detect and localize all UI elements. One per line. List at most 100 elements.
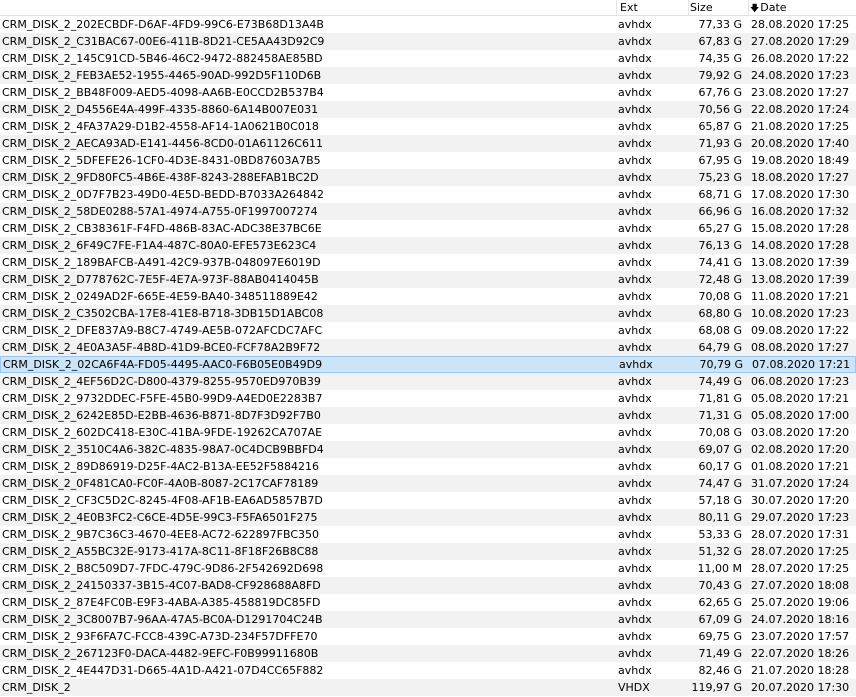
file-name: CRM_DISK_2_4EF56D2C-D800-4379-8255-9570E… — [2, 375, 321, 388]
file-ext: avhdx — [618, 562, 652, 575]
column-divider[interactable] — [616, 0, 617, 15]
file-size: 70,56 G — [698, 103, 742, 116]
column-header-date[interactable]: 🡇Date — [750, 0, 854, 16]
file-size: 60,17 G — [698, 460, 742, 473]
file-row[interactable]: CRM_DISK_2_D4556E4A-499F-4335-8860-6A14B… — [0, 101, 856, 118]
file-row[interactable]: CRM_DISK_2_02CA6F4A-FD05-4495-AAC0-F6B05… — [0, 356, 856, 373]
file-size: 80,11 G — [698, 511, 742, 524]
file-name: CRM_DISK_2_602DC418-E30C-41BA-9FDE-19262… — [2, 426, 323, 439]
file-row[interactable]: CRM_DISK_2_93F6FA7C-FCC8-439C-A73D-234F5… — [0, 628, 856, 645]
file-name: CRM_DISK_2_4E0B3FC2-C6CE-4D5E-99C3-F5FA6… — [2, 511, 318, 524]
file-row[interactable]: CRM_DISK_2_4E0A3A5F-4B8D-41D9-BCE0-FCF78… — [0, 339, 856, 356]
file-row[interactable]: CRM_DISK_2_B8C509D7-7FDC-479C-9D86-2F542… — [0, 560, 856, 577]
file-row[interactable]: CRM_DISK_2_5DFEFE26-1CF0-4D3E-8431-0BD87… — [0, 152, 856, 169]
column-header-size[interactable]: Size — [690, 0, 750, 16]
file-row[interactable]: CRM_DISK_2_267123F0-DACA-4482-9EFC-F0B99… — [0, 645, 856, 662]
file-row[interactable]: CRM_DISK_2_189BAFCB-A491-42C9-937B-04809… — [0, 254, 856, 271]
file-row[interactable]: CRM_DISK_2_24150337-3B15-4C07-BAD8-CF928… — [0, 577, 856, 594]
file-date: 17.08.2020 17:30 — [751, 188, 850, 201]
file-date: 21.08.2020 17:25 — [751, 120, 850, 133]
file-name: CRM_DISK_2_4E447D31-D665-4A1D-A421-07D4C… — [2, 664, 324, 677]
file-name: CRM_DISK_2_145C91CD-5B46-46C2-9472-88245… — [2, 52, 323, 65]
file-name: CRM_DISK_2_CF3C5D2C-8245-4F08-AF1B-EA6AD… — [2, 494, 323, 507]
file-name: CRM_DISK_2 — [2, 681, 71, 694]
file-name: CRM_DISK_2_267123F0-DACA-4482-9EFC-F0B99… — [2, 647, 319, 660]
file-row[interactable]: CRM_DISK_2_C31BAC67-00E6-411B-8D21-CE5AA… — [0, 33, 856, 50]
file-ext: avhdx — [618, 154, 652, 167]
file-size: 71,81 G — [698, 392, 742, 405]
file-size: 77,33 G — [698, 18, 742, 31]
file-date: 07.08.2020 17:21 — [752, 358, 851, 371]
file-name: CRM_DISK_2_87E4FC0B-E9F3-4ABA-A385-45881… — [2, 596, 321, 609]
file-name: CRM_DISK_2_202ECBDF-D6AF-4FD9-99C6-E73B6… — [2, 18, 324, 31]
file-size: 74,41 G — [698, 256, 742, 269]
file-date: 20.08.2020 17:40 — [751, 137, 850, 150]
file-row[interactable]: CRM_DISK_2_602DC418-E30C-41BA-9FDE-19262… — [0, 424, 856, 441]
file-size: 66,96 G — [698, 205, 742, 218]
file-ext: avhdx — [618, 494, 652, 507]
file-size: 67,09 G — [698, 613, 742, 626]
file-date: 26.08.2020 17:22 — [751, 52, 850, 65]
file-date: 05.08.2020 17:21 — [751, 392, 850, 405]
file-size: 68,08 G — [698, 324, 742, 337]
file-ext: avhdx — [618, 137, 652, 150]
file-size: 71,31 G — [698, 409, 742, 422]
file-size: 67,95 G — [698, 154, 742, 167]
file-row[interactable]: CRM_DISK_2_0D7F7B23-49D0-4E5D-BEDD-B7033… — [0, 186, 856, 203]
column-header-name[interactable] — [2, 0, 614, 16]
file-row[interactable]: CRM_DISK_2_0249AD2F-665E-4E59-BA40-34851… — [0, 288, 856, 305]
file-row[interactable]: CRM_DISK_2_D778762C-7E5F-4E7A-973F-88AB0… — [0, 271, 856, 288]
file-row[interactable]: CRM_DISK_2_C3502CBA-17E8-41E8-B718-3DB15… — [0, 305, 856, 322]
file-row[interactable]: CRM_DISK_2 VHDX 119,97 G 20.07.2020 17:30 — [0, 679, 856, 696]
file-row[interactable]: CRM_DISK_2_6242E85D-E2BB-4636-B871-8D7F3… — [0, 407, 856, 424]
file-row[interactable]: CRM_DISK_2_A55BC32E-9173-417A-8C11-8F18F… — [0, 543, 856, 560]
file-row[interactable]: CRM_DISK_2_4FA37A29-D1B2-4558-AF14-1A062… — [0, 118, 856, 135]
file-size: 82,46 G — [698, 664, 742, 677]
file-ext: avhdx — [618, 86, 652, 99]
file-ext: avhdx — [618, 273, 652, 286]
file-row[interactable]: CRM_DISK_2_DFE837A9-B8C7-4749-AE5B-072AF… — [0, 322, 856, 339]
file-row[interactable]: CRM_DISK_2_FEB3AE52-1955-4465-90AD-992D5… — [0, 67, 856, 84]
file-row[interactable]: CRM_DISK_2_145C91CD-5B46-46C2-9472-88245… — [0, 50, 856, 67]
file-date: 24.07.2020 18:16 — [751, 613, 850, 626]
file-row[interactable]: CRM_DISK_2_4E0B3FC2-C6CE-4D5E-99C3-F5FA6… — [0, 509, 856, 526]
file-name: CRM_DISK_2_D778762C-7E5F-4E7A-973F-88AB0… — [2, 273, 319, 286]
file-ext: avhdx — [618, 375, 652, 388]
file-row[interactable]: CRM_DISK_2_89D86919-D25F-4AC2-B13A-EE52F… — [0, 458, 856, 475]
column-divider[interactable] — [748, 0, 749, 15]
file-row[interactable]: CRM_DISK_2_9732DDEC-F5FE-45B0-99D9-A4ED0… — [0, 390, 856, 407]
file-row[interactable]: CRM_DISK_2_202ECBDF-D6AF-4FD9-99C6-E73B6… — [0, 16, 856, 33]
file-row[interactable]: CRM_DISK_2_9FD80FC5-4B6E-438F-8243-288EF… — [0, 169, 856, 186]
file-row[interactable]: CRM_DISK_2_9B7C36C3-4670-4EE8-AC72-62289… — [0, 526, 856, 543]
file-size: 71,93 G — [698, 137, 742, 150]
file-row[interactable]: CRM_DISK_2_CB38361F-F4FD-486B-83AC-ADC38… — [0, 220, 856, 237]
column-divider[interactable] — [688, 0, 689, 15]
file-ext: avhdx — [618, 222, 652, 235]
file-row[interactable]: CRM_DISK_2_6F49C7FE-F1A4-487C-80A0-EFE57… — [0, 237, 856, 254]
file-row[interactable]: CRM_DISK_2_AECA93AD-E141-4456-8CD0-01A61… — [0, 135, 856, 152]
file-row[interactable]: CRM_DISK_2_CF3C5D2C-8245-4F08-AF1B-EA6AD… — [0, 492, 856, 509]
file-row[interactable]: CRM_DISK_2_87E4FC0B-E9F3-4ABA-A385-45881… — [0, 594, 856, 611]
file-name: CRM_DISK_2_C3502CBA-17E8-41E8-B718-3DB15… — [2, 307, 324, 320]
file-row[interactable]: CRM_DISK_2_3510C4A6-382C-4835-98A7-0C4DC… — [0, 441, 856, 458]
file-ext: avhdx — [618, 545, 652, 558]
file-name: CRM_DISK_2_3510C4A6-382C-4835-98A7-0C4DC… — [2, 443, 324, 456]
file-size: 70,08 G — [698, 426, 742, 439]
file-size: 67,83 G — [698, 35, 742, 48]
file-name: CRM_DISK_2_0249AD2F-665E-4E59-BA40-34851… — [2, 290, 318, 303]
file-name: CRM_DISK_2_4E0A3A5F-4B8D-41D9-BCE0-FCF78… — [2, 341, 321, 354]
file-row[interactable]: CRM_DISK_2_4E447D31-D665-4A1D-A421-07D4C… — [0, 662, 856, 679]
file-row[interactable]: CRM_DISK_2_4EF56D2C-D800-4379-8255-9570E… — [0, 373, 856, 390]
file-ext: avhdx — [618, 256, 652, 269]
column-header-ext[interactable]: Ext — [620, 0, 686, 16]
file-row[interactable]: CRM_DISK_2_58DE0288-57A1-4974-A755-0F199… — [0, 203, 856, 220]
file-row[interactable]: CRM_DISK_2_0F481CA0-FC0F-4A0B-8087-2C17C… — [0, 475, 856, 492]
file-list-panel: Ext Size 🡇Date CRM_DISK_2_202ECBDF-D6AF-… — [0, 0, 856, 697]
file-name: CRM_DISK_2_C31BAC67-00E6-411B-8D21-CE5AA… — [2, 35, 325, 48]
file-row[interactable]: CRM_DISK_2_BB48F009-AED5-4098-AA6B-E0CCD… — [0, 84, 856, 101]
file-size: 70,43 G — [698, 579, 742, 592]
file-ext: avhdx — [618, 528, 652, 541]
file-row[interactable]: CRM_DISK_2_3C8007B7-96AA-47A5-BC0A-D1291… — [0, 611, 856, 628]
file-size: 75,23 G — [698, 171, 742, 184]
file-ext: avhdx — [619, 358, 653, 371]
